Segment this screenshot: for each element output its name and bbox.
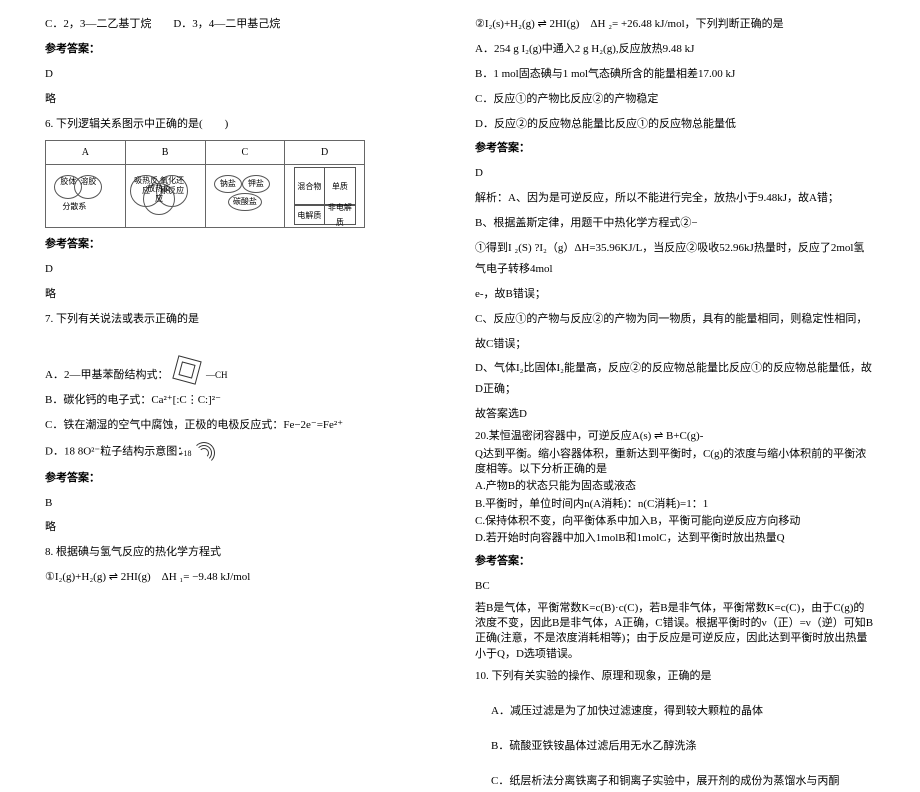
q20-option-d: D.若开始时向容器中加入1molB和1molC，达到平衡时放出热量Q	[475, 531, 875, 546]
q10-option-b: B．硫酸亚铁铵晶体过滤后用无水乙醇洗涤	[475, 736, 875, 757]
question-8: 8. 根据碘与氢气反应的热化学方程式	[45, 542, 445, 563]
ellipsis-5: 略	[45, 89, 445, 110]
cell-b: 吸热反应 氧化还原反应 放热反应	[125, 165, 205, 228]
exp8-b3: e-，故B错误；	[475, 284, 875, 305]
th-b: B	[125, 141, 205, 165]
question-7: 7. 下列有关说法或表示正确的是	[45, 309, 445, 330]
exp20: 若B是气体，平衡常数K=c(B)·c(C)，若B是非气体，平衡常数K=c(C)，…	[475, 601, 875, 663]
cell-a: 胶体 溶胶 分散系	[46, 165, 126, 228]
q8-option-a: A．254 g I₂(g)中通入2 g H₂(g),反应放热9.48 kJ	[475, 39, 875, 60]
answer-20: BC	[475, 576, 875, 597]
atom-structure-icon: +18	[191, 440, 221, 464]
benzene-icon	[173, 355, 202, 384]
answer-label-20: 参考答案：	[475, 551, 875, 572]
th-a: A	[46, 141, 126, 165]
ellipsis-6: 略	[45, 284, 445, 305]
q8-option-b: B．1 mol固态碘与1 mol气态碘所含的能量相差17.00 kJ	[475, 64, 875, 85]
q20-option-b: B.平衡时，单位时间内n(A消耗)：n(C消耗)=1：1	[475, 497, 875, 512]
q10-option-a: A．减压过滤是为了加快过滤速度，得到较大颗粒的晶体	[475, 701, 875, 722]
answer-label-8: 参考答案：	[475, 138, 875, 159]
question-20-line1: 20.某恒温密闭容器中，可逆反应A(s) ⇌ B+C(g)-	[475, 429, 875, 444]
answer-5: D	[45, 64, 445, 85]
q7-option-a: A．2—甲基苯酚结构式： —CH	[45, 354, 445, 386]
exp8-c2: 故C错误；	[475, 334, 875, 355]
exp8-a: 解析：A、因为是可逆反应，所以不能进行完全，放热小于9.48kJ，故A错；	[475, 188, 875, 209]
question-20-line2: Q达到平衡。缩小容器体积，重新达到平衡时，C(g)的浓度与缩小体积前的平衡浓度相…	[475, 447, 875, 478]
exp8-end: 故答案选D	[475, 404, 875, 425]
answer-label-5: 参考答案：	[45, 39, 445, 60]
answer-label-6: 参考答案：	[45, 234, 445, 255]
ellipsis-7: 略	[45, 517, 445, 538]
exp8-b1: B、根据盖斯定律，用题干中热化学方程式②−	[475, 213, 875, 234]
th-d: D	[285, 141, 365, 165]
answer-6: D	[45, 259, 445, 280]
cell-d: 混合物 单质 电解质 非电解质	[285, 165, 365, 228]
q7-option-b: B．碳化钙的电子式：Ca²⁺[:C⋮C:]²⁻	[45, 390, 445, 411]
answer-8: D	[475, 163, 875, 184]
q10-option-c: C．纸层析法分离铁离子和铜离子实验中，展开剂的成份为蒸馏水与丙酮	[475, 771, 875, 792]
q6-table: A B C D 胶体 溶胶 分散系 吸热反应 氧化还原反应	[45, 140, 365, 228]
th-c: C	[205, 141, 285, 165]
q7-option-c: C．铁在潮湿的空气中腐蚀，正极的电极反应式：Fe−2e⁻=Fe²⁺	[45, 415, 445, 436]
exp8-c1: C、反应①的产物与反应②的产物为同一物质，具有的能量相同，则稳定性相同，	[475, 309, 875, 330]
cell-c: 钠盐 钾盐 碳酸盐	[205, 165, 285, 228]
q8-option-c: C．反应①的产物比反应②的产物稳定	[475, 89, 875, 110]
q20-option-a: A.产物B的状态只能为固态或液态	[475, 479, 875, 494]
question-10: 10. 下列有关实验的操作、原理和现象，正确的是	[475, 666, 875, 687]
q8-eq2: ②I₂(s)+H₂(g) ⇌ 2HI(g) ΔH ₂= +26.48 kJ/mo…	[475, 14, 875, 35]
q8-eq1: ①I₂(g)+H₂(g) ⇌ 2HI(g) ΔH ₁= −9.48 kJ/mol	[45, 567, 445, 588]
answer-label-7: 参考答案：	[45, 468, 445, 489]
answer-7: B	[45, 493, 445, 514]
q8-option-d: D．反应②的反应物总能量比反应①的反应物总能量低	[475, 114, 875, 135]
q7-option-d: D．18 8O²⁻粒子结构示意图： +18	[45, 440, 445, 464]
exp8-b2: ①得到I ₂(S) ?I₂（g）ΔH=35.96KJ/L，当反应②吸收52.96…	[475, 238, 875, 280]
q20-option-c: C.保持体积不变，向平衡体系中加入B，平衡可能向逆反应方向移动	[475, 514, 875, 529]
q5-options-cd: C．2，3—二乙基丁烷 D．3，4—二甲基己烷	[45, 14, 445, 35]
question-6: 6. 下列逻辑关系图示中正确的是( )	[45, 114, 445, 135]
exp8-d: D、气体I₂比固体I₂能量高，反应②的反应物总能量比反应①的反应物总能量低，故D…	[475, 358, 875, 400]
